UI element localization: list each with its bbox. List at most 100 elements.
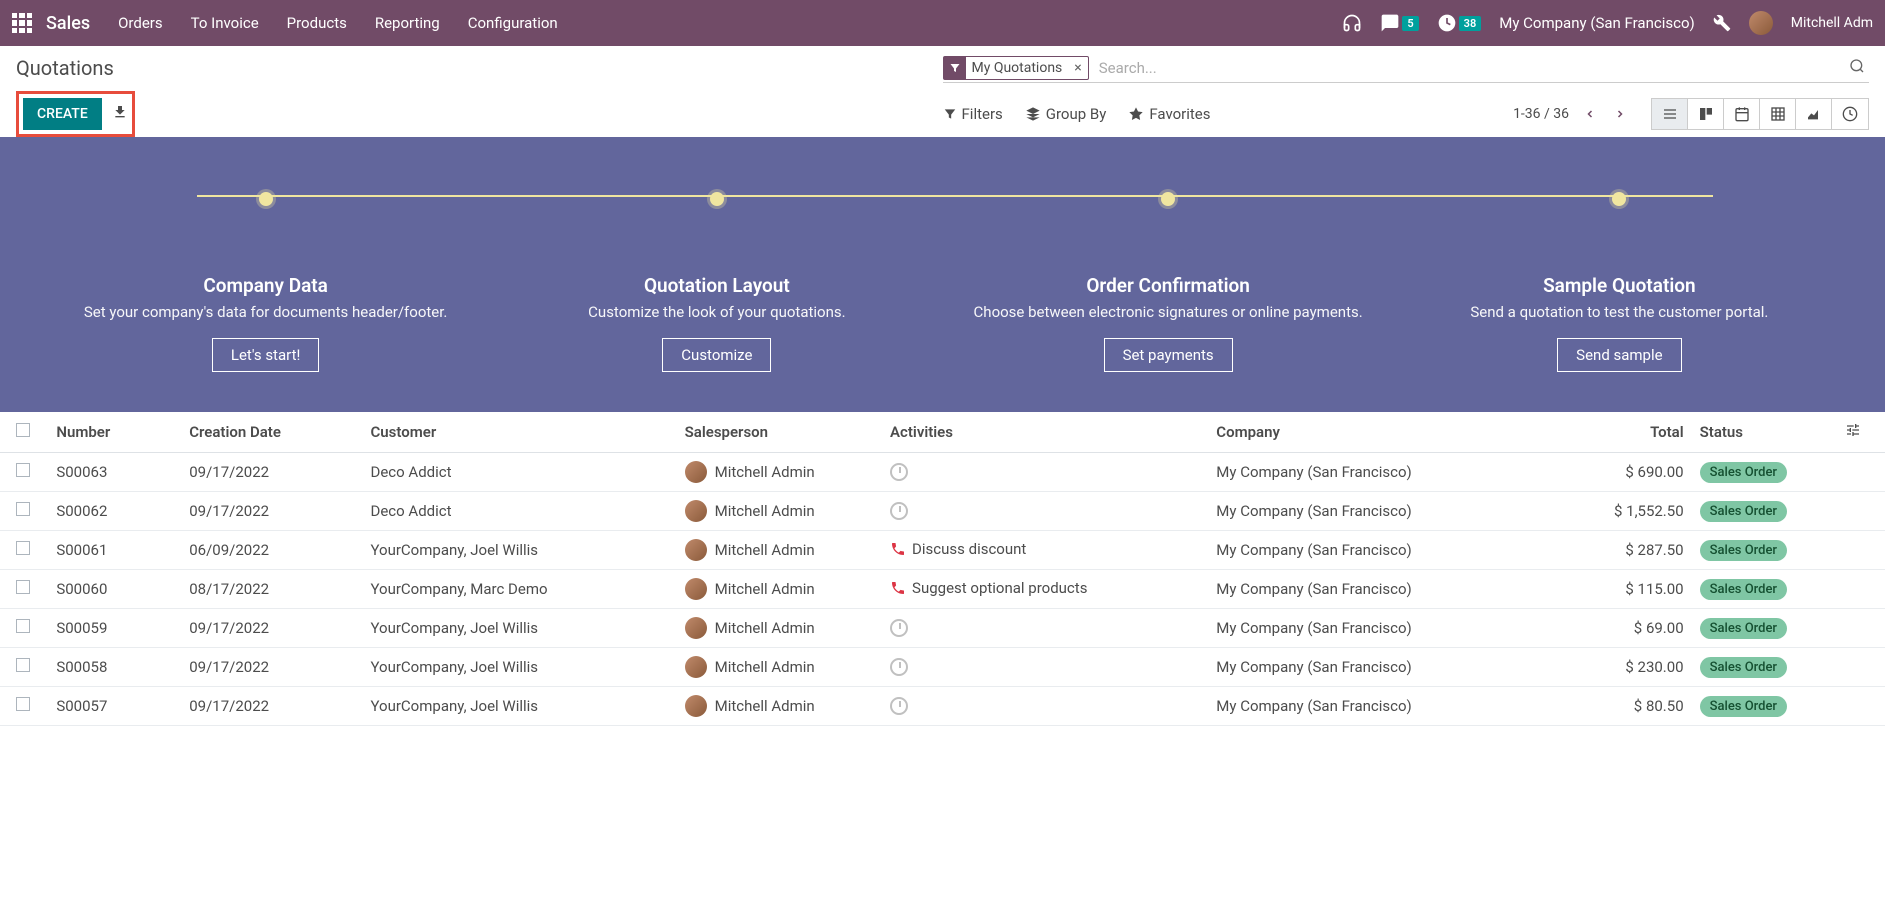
cell-total: $ 115.00 [1571,570,1692,609]
header-date[interactable]: Creation Date [181,412,362,453]
cell-salesperson: Mitchell Admin [715,463,815,481]
activity-clock-icon[interactable] [890,697,908,715]
create-button[interactable]: CREATE [23,98,102,130]
search-icon[interactable] [1845,58,1869,78]
search-facet: My Quotations × [943,56,1089,80]
select-all-checkbox[interactable] [16,423,30,437]
pager-next[interactable] [1607,101,1633,127]
status-badge: Sales Order [1700,579,1787,600]
company-switcher[interactable]: My Company (San Francisco) [1499,14,1694,32]
step-btn-layout[interactable]: Customize [662,338,771,372]
header-company[interactable]: Company [1208,412,1571,453]
header-total[interactable]: Total [1571,412,1692,453]
table-row[interactable]: S0006008/17/2022YourCompany, Marc DemoMi… [0,570,1885,609]
cell-date: 09/17/2022 [181,687,362,726]
table-row[interactable]: S0005809/17/2022YourCompany, Joel Willis… [0,648,1885,687]
favorites-button[interactable]: Favorites [1128,105,1210,123]
header-number[interactable]: Number [48,412,181,453]
cell-customer: YourCompany, Joel Willis [362,531,676,570]
row-checkbox[interactable] [16,658,30,672]
table-row[interactable]: S0006209/17/2022Deco AddictMitchell Admi… [0,492,1885,531]
cell-salesperson: Mitchell Admin [715,541,815,559]
debug-icon[interactable] [1713,14,1731,32]
import-icon[interactable] [112,104,128,124]
table-row[interactable]: S0006106/09/2022YourCompany, Joel Willis… [0,531,1885,570]
funnel-icon [944,57,966,79]
filters-button[interactable]: Filters [943,105,1003,123]
app-brand[interactable]: Sales [46,13,90,34]
cell-date: 09/17/2022 [181,492,362,531]
header-activities[interactable]: Activities [882,412,1208,453]
cell-customer: Deco Addict [362,492,676,531]
row-checkbox[interactable] [16,697,30,711]
activity-clock-icon[interactable] [890,658,908,676]
facet-remove[interactable]: × [1068,60,1087,76]
support-icon[interactable] [1342,13,1362,33]
activity-clock-icon[interactable] [890,463,908,481]
activities-icon[interactable]: 38 [1437,13,1482,33]
apps-grid-icon[interactable] [12,13,32,33]
nav-item-orders[interactable]: Orders [118,14,163,32]
table-row[interactable]: S0005709/17/2022YourCompany, Joel Willis… [0,687,1885,726]
view-graph-icon[interactable] [1796,99,1832,129]
header-customer[interactable]: Customer [362,412,676,453]
columns-settings-icon[interactable] [1845,424,1861,442]
row-checkbox[interactable] [16,619,30,633]
table-row[interactable]: S0006309/17/2022Deco AddictMitchell Admi… [0,453,1885,492]
user-avatar[interactable] [1749,11,1773,35]
search-input[interactable] [1095,56,1845,80]
cell-company: My Company (San Francisco) [1208,531,1571,570]
view-pivot-icon[interactable] [1760,99,1796,129]
step-btn-payments[interactable]: Set payments [1104,338,1233,372]
user-name[interactable]: Mitchell Adm [1791,15,1873,31]
cell-salesperson: Mitchell Admin [715,502,815,520]
cell-number: S00058 [48,648,181,687]
cell-company: My Company (San Francisco) [1208,648,1571,687]
nav-item-reporting[interactable]: Reporting [375,14,440,32]
row-checkbox[interactable] [16,580,30,594]
create-highlight: CREATE [16,91,135,137]
step-sample-quotation: Sample Quotation Send a quotation to tes… [1394,274,1845,373]
pager-prev[interactable] [1577,101,1603,127]
pager-value[interactable]: 1-36 / 36 [1513,106,1569,122]
status-badge: Sales Order [1700,501,1787,522]
view-switcher [1651,98,1869,130]
cell-total: $ 1,552.50 [1571,492,1692,531]
view-calendar-icon[interactable] [1724,99,1760,129]
view-kanban-icon[interactable] [1688,99,1724,129]
groupby-button[interactable]: Group By [1025,105,1107,123]
row-checkbox[interactable] [16,541,30,555]
salesperson-avatar [685,656,707,678]
nav-item-to-invoice[interactable]: To Invoice [191,14,259,32]
step-quotation-layout: Quotation Layout Customize the look of y… [491,274,942,373]
cell-customer: YourCompany, Joel Willis [362,648,676,687]
step-btn-sample[interactable]: Send sample [1557,338,1681,372]
activity-phone-icon[interactable]: Suggest optional products [890,579,1087,597]
header-status[interactable]: Status [1692,412,1837,453]
cell-customer: YourCompany, Marc Demo [362,570,676,609]
row-checkbox[interactable] [16,463,30,477]
cell-company: My Company (San Francisco) [1208,453,1571,492]
cell-salesperson: Mitchell Admin [715,580,815,598]
salesperson-avatar [685,461,707,483]
activity-text: Suggest optional products [912,579,1087,597]
step-dot [1161,192,1175,206]
cell-date: 09/17/2022 [181,648,362,687]
cell-date: 06/09/2022 [181,531,362,570]
nav-item-products[interactable]: Products [287,14,347,32]
activity-phone-icon[interactable]: Discuss discount [890,540,1026,558]
cell-number: S00063 [48,453,181,492]
messages-icon[interactable]: 5 [1380,13,1418,33]
header-salesperson[interactable]: Salesperson [677,412,882,453]
nav-item-configuration[interactable]: Configuration [468,14,558,32]
table-row[interactable]: S0005909/17/2022YourCompany, Joel Willis… [0,609,1885,648]
step-btn-company[interactable]: Let's start! [212,338,319,372]
step-order-confirmation: Order Confirmation Choose between electr… [943,274,1394,373]
status-badge: Sales Order [1700,657,1787,678]
row-checkbox[interactable] [16,502,30,516]
activity-clock-icon[interactable] [890,502,908,520]
view-activity-icon[interactable] [1832,99,1868,129]
activity-clock-icon[interactable] [890,619,908,637]
view-list-icon[interactable] [1652,99,1688,129]
status-badge: Sales Order [1700,540,1787,561]
